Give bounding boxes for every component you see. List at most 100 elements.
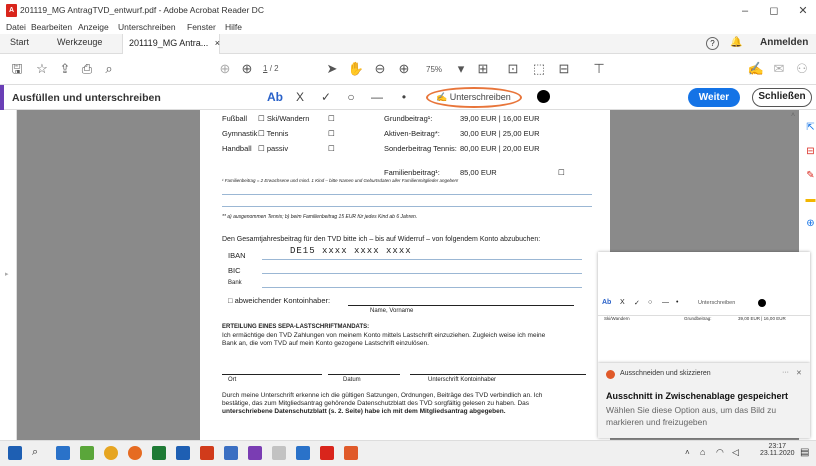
taskbar-app-3-icon[interactable] — [272, 446, 286, 460]
onenote-icon[interactable] — [248, 446, 262, 460]
mail-icon[interactable]: ✉ — [770, 60, 788, 78]
bookmark-star-icon[interactable]: ☆ — [33, 60, 51, 78]
familien-checkbox[interactable]: ☐ — [558, 168, 565, 177]
print-icon[interactable]: ⎙ — [78, 60, 96, 78]
line-icon[interactable]: — — [370, 89, 384, 106]
toast-app-name: Ausschneiden und skizzieren — [620, 370, 711, 377]
select-arrow-icon[interactable]: ➤ — [323, 60, 341, 78]
tab-document[interactable]: 201119_MG Antra... × — [122, 34, 220, 54]
powerpoint-icon[interactable] — [200, 446, 214, 460]
checkbox-2[interactable]: ☐ — [328, 129, 335, 138]
create-pdf-icon[interactable]: ⊟ — [805, 146, 816, 157]
menu-anzeige[interactable]: Anzeige — [78, 22, 109, 32]
fill-sign-title: Ausfüllen und unterschreiben — [12, 92, 161, 104]
iban-value[interactable]: DE15 xxxx xxxx xxxx — [290, 246, 412, 256]
zoom-level[interactable]: 75% — [426, 65, 442, 74]
snip-thumbnail[interactable]: Ab X ✓ ○ — • Unterschreiben Ski/Wandern … — [598, 252, 810, 363]
thumbnail-toolbar: Ab X ✓ ○ — • Unterschreiben — [598, 294, 810, 316]
dot-icon[interactable]: • — [397, 89, 411, 106]
scroll-up-icon[interactable]: ˄ — [791, 112, 799, 122]
tab-werkzeuge[interactable]: Werkzeuge — [57, 37, 102, 47]
anmelden-button[interactable]: Anmelden — [760, 37, 808, 48]
thumb-cross-icon: X — [620, 299, 625, 306]
volume-icon[interactable]: ◁ — [732, 447, 739, 458]
taskbar-app-1-icon[interactable] — [80, 446, 94, 460]
notification-toast[interactable]: Ausschneiden und skizzieren ··· ✕ Aussch… — [598, 363, 810, 438]
sign-pen-icon[interactable]: ✍ — [747, 60, 765, 78]
word-icon[interactable] — [176, 446, 190, 460]
help-icon[interactable]: ? — [706, 37, 719, 50]
thumb-row-mid: Grundbeitrag: — [684, 316, 712, 321]
taskbar-search-icon[interactable]: ⌕ — [32, 446, 38, 459]
export-pdf-icon[interactable]: ⇱ — [805, 122, 816, 133]
windows-start-icon[interactable] — [8, 446, 22, 460]
edit-pdf-icon[interactable]: ✎ — [805, 170, 816, 181]
toast-close-button[interactable]: ✕ — [796, 369, 802, 377]
page-total: / 2 — [269, 64, 279, 73]
page-current[interactable]: 1 — [263, 64, 267, 73]
search-icon[interactable]: ⌕ — [100, 60, 118, 78]
schliessen-button[interactable]: Schließen — [752, 88, 812, 107]
circle-icon[interactable]: ○ — [344, 89, 358, 106]
restore-button[interactable]: ◻ — [765, 3, 783, 19]
tab-document-label: 201119_MG Antra... — [129, 38, 209, 48]
page-display-icon[interactable]: ⊟ — [555, 60, 573, 78]
share-icon[interactable]: ⚇ — [793, 60, 811, 78]
text-field-icon[interactable]: Ab — [265, 89, 285, 106]
comment-tool-icon[interactable]: ▬ — [805, 194, 816, 205]
minimize-button[interactable]: – — [736, 3, 754, 19]
checkbox-1[interactable]: ☐ — [328, 114, 335, 123]
sonderbeitrag: Sonderbeitrag Tennis: — [384, 144, 457, 153]
chrome-icon[interactable] — [104, 446, 118, 460]
menu-hilfe[interactable]: Hilfe — [225, 22, 242, 32]
page-number[interactable]: 1 / 2 — [263, 64, 279, 73]
snip-taskbar-icon[interactable] — [344, 446, 358, 460]
firefox-icon[interactable] — [128, 446, 142, 460]
comment-icon[interactable]: ⊤ — [590, 60, 608, 78]
acrobat-taskbar-icon[interactable] — [320, 446, 334, 460]
zoom-dropdown-icon[interactable]: ▾ — [452, 60, 470, 78]
combine-files-icon[interactable]: ⊕ — [805, 218, 816, 229]
hand-icon[interactable]: ✋ — [347, 60, 365, 78]
tab-start[interactable]: Start — [10, 37, 29, 47]
fullscreen-icon[interactable]: ⬚ — [530, 60, 548, 78]
fit-page-icon[interactable]: ⊞ — [474, 60, 492, 78]
unterschrift-caption: Unterschrift Kontoinhaber — [428, 377, 497, 383]
sign-button[interactable]: ✍ Unterschreiben — [436, 92, 511, 103]
cross-icon[interactable]: X — [293, 89, 307, 106]
bell-icon[interactable]: 🔔 — [730, 37, 742, 48]
checkbox-3[interactable]: ☐ — [328, 144, 335, 153]
zoom-out-icon[interactable]: ⊖ — [371, 60, 389, 78]
menu-fenster[interactable]: Fenster — [187, 22, 216, 32]
close-button[interactable]: ✕ — [794, 3, 812, 19]
check-icon[interactable]: ✓ — [319, 89, 333, 106]
datum-line — [328, 374, 400, 375]
toast-more-button[interactable]: ··· — [782, 369, 789, 376]
taskbar-app-4-icon[interactable] — [296, 446, 310, 460]
menu-bearbeiten[interactable]: Bearbeiten — [31, 22, 72, 32]
weiter-button[interactable]: Weiter — [688, 88, 740, 107]
abweichender-kontoinhaber[interactable]: □ abweichender Kontoinhaber: — [228, 296, 330, 305]
upload-icon[interactable]: ⇪ — [56, 60, 74, 78]
wifi-icon[interactable]: ◠ — [716, 447, 724, 458]
network-icon[interactable]: ⌂ — [700, 447, 705, 457]
task-view-icon[interactable] — [56, 446, 70, 460]
expand-left-icon[interactable]: ▸ — [5, 270, 9, 278]
next-page-icon[interactable]: ⊕ — [238, 60, 256, 78]
clock[interactable]: 23:17 23.11.2020 — [760, 443, 795, 457]
notification-center-icon[interactable]: ▤ — [800, 447, 809, 458]
rotate-icon[interactable]: ⊡ — [504, 60, 522, 78]
bank-label: Bank — [228, 280, 242, 286]
taskbar-app-2-icon[interactable] — [224, 446, 238, 460]
excel-icon[interactable] — [152, 446, 166, 460]
tray-chevron-icon[interactable]: ˄ — [685, 448, 690, 457]
save-icon[interactable]: 🖫 — [8, 60, 26, 78]
sonderbeitrag-price: 80,00 EUR | 20,00 EUR — [460, 144, 540, 153]
color-picker[interactable] — [537, 90, 550, 103]
zoom-in-icon[interactable]: ⊕ — [395, 60, 413, 78]
prev-page-icon[interactable]: ⊕ — [216, 60, 234, 78]
tab-close-icon[interactable]: × — [215, 38, 220, 48]
bic-line — [262, 273, 582, 274]
menu-unterschreiben[interactable]: Unterschreiben — [118, 22, 176, 32]
menu-datei[interactable]: Datei — [6, 22, 26, 32]
